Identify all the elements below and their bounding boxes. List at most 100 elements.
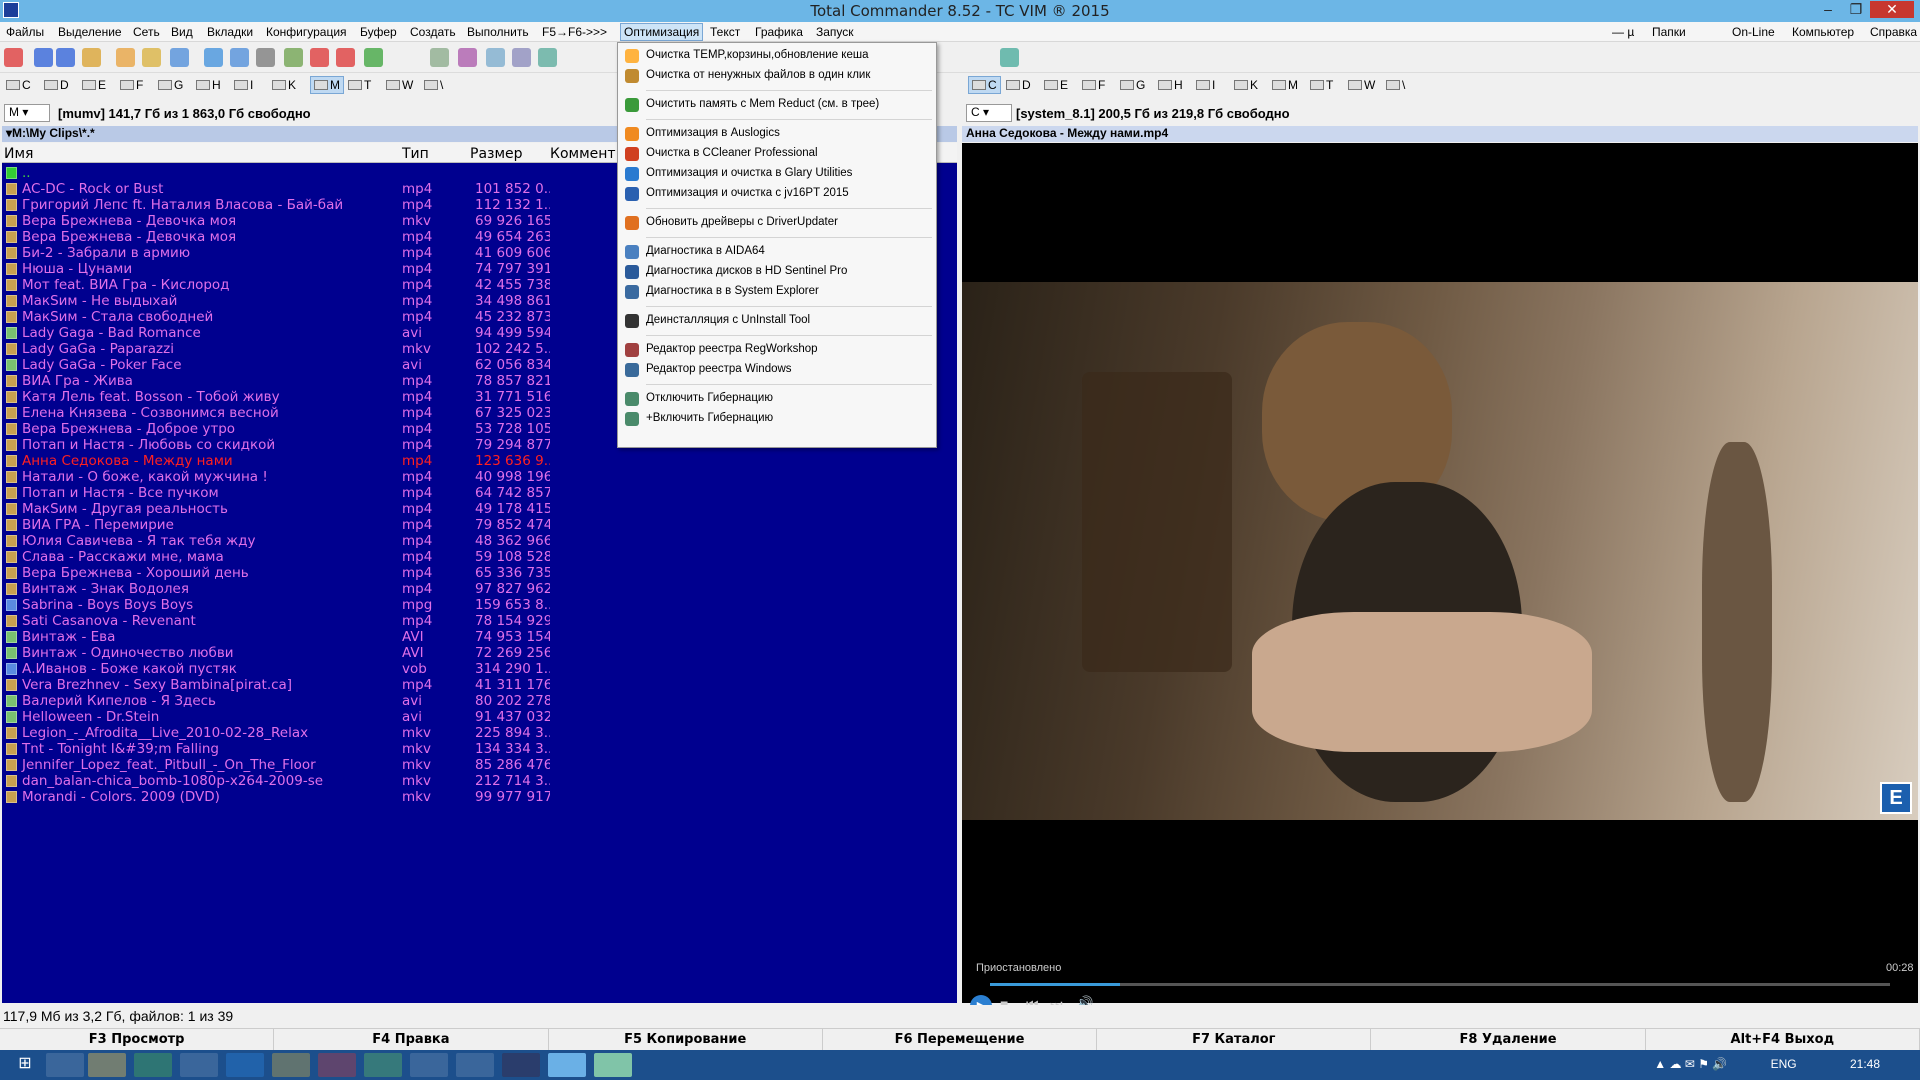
drive-button-root[interactable]: \ bbox=[424, 78, 443, 92]
column-size[interactable]: Размер bbox=[470, 146, 523, 162]
seek-bar[interactable] bbox=[990, 983, 1890, 986]
optimization-menu-item[interactable]: Редактор реестра Windows bbox=[618, 361, 936, 379]
toolbar-button-icon[interactable] bbox=[142, 48, 161, 67]
file-row[interactable]: Валерий Кипелов - Я Здесь avi 80 202 278 bbox=[2, 693, 957, 709]
file-row[interactable]: ВИА ГРА - Перемирие mp4 79 852 474 bbox=[2, 517, 957, 533]
drive-button-F[interactable]: F bbox=[1082, 78, 1105, 92]
menu-8[interactable]: Выполнить bbox=[467, 25, 529, 39]
menu-9[interactable]: F5→F6->>> bbox=[542, 25, 607, 39]
video-frame[interactable]: E bbox=[962, 282, 1918, 820]
menu-7[interactable]: Создать bbox=[410, 25, 456, 39]
file-row[interactable]: Натали - О боже, какой мужчина ! mp4 40 99… bbox=[2, 469, 957, 485]
file-row[interactable]: Sabrina - Boys Boys Boys mpg 159 653 8.. bbox=[2, 597, 957, 613]
toolbar-button-icon[interactable] bbox=[458, 48, 477, 67]
right-drive-combo[interactable]: C ▾ bbox=[966, 104, 1012, 122]
column-comment[interactable]: Коммент bbox=[550, 146, 616, 162]
menu-12[interactable]: Графика bbox=[755, 25, 803, 39]
menu-3[interactable]: Вид bbox=[171, 25, 193, 39]
toolbar-button-icon[interactable] bbox=[512, 48, 531, 67]
left-drive-combo[interactable]: M ▾ bbox=[4, 104, 50, 122]
toolbar-button-icon[interactable] bbox=[116, 48, 135, 67]
menu-right-4[interactable]: Справка bbox=[1870, 25, 1917, 39]
fkey-button-1[interactable]: F4 Правка bbox=[274, 1029, 549, 1050]
optimization-menu-item[interactable]: Отключить Гибернацию bbox=[618, 390, 936, 408]
file-row[interactable]: Helloween - Dr.Stein avi 91 437 032 bbox=[2, 709, 957, 725]
task-icon[interactable] bbox=[180, 1053, 218, 1077]
start-button[interactable]: ⊞ bbox=[6, 1053, 44, 1077]
column-name[interactable]: Имя bbox=[4, 146, 33, 162]
language-indicator[interactable]: ENG bbox=[1771, 1057, 1797, 1071]
drive-button-I[interactable]: I bbox=[1196, 78, 1215, 92]
task-icon[interactable] bbox=[456, 1053, 494, 1077]
optimization-menu-item[interactable]: Очистка в CCleaner Professional bbox=[618, 145, 936, 163]
toolbar-button-icon[interactable] bbox=[204, 48, 223, 67]
task-icon[interactable] bbox=[364, 1053, 402, 1077]
menu-right-1[interactable]: Папки bbox=[1652, 25, 1686, 39]
toolbar-button-icon[interactable] bbox=[538, 48, 557, 67]
optimization-menu-item[interactable]: Диагностика в в System Explorer bbox=[618, 283, 936, 301]
drive-button-F[interactable]: F bbox=[120, 78, 143, 92]
optimization-menu-item[interactable]: Деинсталляция с UnInstall Tool bbox=[618, 312, 936, 330]
toolbar-button-icon[interactable] bbox=[336, 48, 355, 67]
drive-button-H[interactable]: H bbox=[196, 78, 221, 92]
fkey-button-3[interactable]: F6 Перемещение bbox=[823, 1029, 1098, 1050]
file-row[interactable]: Jennifer_Lopez_feat._Pitbull_-_On_The_Fl… bbox=[2, 757, 957, 773]
column-type[interactable]: Тип bbox=[402, 146, 429, 162]
drive-button-M[interactable]: M bbox=[1272, 78, 1298, 92]
fkey-button-6[interactable]: Alt+F4 Выход bbox=[1646, 1029, 1920, 1050]
menu-right-0[interactable]: — µ bbox=[1612, 25, 1634, 39]
file-row[interactable]: А.Иванов - Боже какой пустяк vob 314 290 1… bbox=[2, 661, 957, 677]
file-row[interactable]: Sati Casanova - Revenant mp4 78 154 929 bbox=[2, 613, 957, 629]
fkey-button-4[interactable]: F7 Каталог bbox=[1097, 1029, 1372, 1050]
drive-button-G[interactable]: G bbox=[158, 78, 183, 92]
menu-1[interactable]: Выделение bbox=[58, 25, 122, 39]
drive-button-C[interactable]: C bbox=[6, 78, 31, 92]
task-icon[interactable] bbox=[502, 1053, 540, 1077]
file-row[interactable]: Tnt - Tonight I&#39;m Falling mkv 134 334 … bbox=[2, 741, 957, 757]
toolbar-button-icon[interactable] bbox=[256, 48, 275, 67]
drive-button-root[interactable]: \ bbox=[1386, 78, 1405, 92]
file-row[interactable]: Юлия Савичева - Я так тебя жду mp4 48 362 … bbox=[2, 533, 957, 549]
optimization-menu-item[interactable]: Оптимизация и очистка с jv16PT 2015 bbox=[618, 185, 936, 203]
toolbar-button-icon[interactable] bbox=[170, 48, 189, 67]
file-row[interactable]: Винтаж - Одиночество любви AVI 72 269 256 bbox=[2, 645, 957, 661]
menu-4[interactable]: Вкладки bbox=[207, 25, 253, 39]
toolbar-button-icon[interactable] bbox=[364, 48, 383, 67]
drive-button-T[interactable]: T bbox=[348, 78, 371, 92]
task-icon[interactable] bbox=[272, 1053, 310, 1077]
toolbar-button-icon[interactable] bbox=[486, 48, 505, 67]
optimization-menu-item[interactable]: Обновить дрейверы с DriverUpdater bbox=[618, 214, 936, 232]
drive-button-K[interactable]: K bbox=[1234, 78, 1258, 92]
menu-10[interactable]: Оптимизация bbox=[620, 23, 704, 41]
menu-6[interactable]: Буфер bbox=[360, 25, 397, 39]
drive-button-T[interactable]: T bbox=[1310, 78, 1333, 92]
file-row[interactable]: Анна Седокова - Между нами mp4 123 636 9.. bbox=[2, 453, 957, 469]
optimization-menu-item[interactable]: Редактор реестра RegWorkshop bbox=[618, 341, 936, 359]
optimization-menu-item[interactable]: Очистка TEMP,корзины,обновление кеша bbox=[618, 47, 936, 65]
fkey-button-5[interactable]: F8 Удаление bbox=[1371, 1029, 1646, 1050]
drive-button-M[interactable]: M bbox=[310, 76, 344, 94]
clock[interactable]: 21:48 bbox=[1850, 1057, 1880, 1071]
file-row[interactable]: Legion_-_Afrodita__Live_2010-02-28_Relax… bbox=[2, 725, 957, 741]
file-row[interactable]: Morandi - Colors. 2009 (DVD) mkv 99 977 91… bbox=[2, 789, 957, 805]
optimization-menu-item[interactable]: Очистка от ненужных файлов в один клик bbox=[618, 67, 936, 85]
menu-right-3[interactable]: Компьютер bbox=[1792, 25, 1854, 39]
drive-button-C[interactable]: C bbox=[968, 76, 1001, 94]
menu-2[interactable]: Сеть bbox=[133, 25, 160, 39]
task-icon[interactable] bbox=[134, 1053, 172, 1077]
fkey-button-2[interactable]: F5 Копирование bbox=[549, 1029, 823, 1050]
menu-5[interactable]: Конфигурация bbox=[266, 25, 347, 39]
toolbar-button-icon[interactable] bbox=[430, 48, 449, 67]
toolbar-button-icon[interactable] bbox=[230, 48, 249, 67]
drive-button-E[interactable]: E bbox=[1044, 78, 1068, 92]
file-row[interactable]: dan_balan-chica_bomb-1080p-x264-2009-se m… bbox=[2, 773, 957, 789]
drive-button-D[interactable]: D bbox=[44, 78, 69, 92]
task-icon[interactable] bbox=[88, 1053, 126, 1077]
menu-13[interactable]: Запуск bbox=[816, 25, 854, 39]
toolbar-button-icon[interactable] bbox=[56, 48, 75, 67]
file-row[interactable]: Слава - Расскажи мне, мама mp4 59 108 528 bbox=[2, 549, 957, 565]
toolbar-button-icon[interactable] bbox=[1000, 48, 1019, 67]
menu-right-2[interactable]: On-Line bbox=[1732, 25, 1775, 39]
task-icon[interactable] bbox=[410, 1053, 448, 1077]
menu-11[interactable]: Текст bbox=[710, 25, 740, 39]
